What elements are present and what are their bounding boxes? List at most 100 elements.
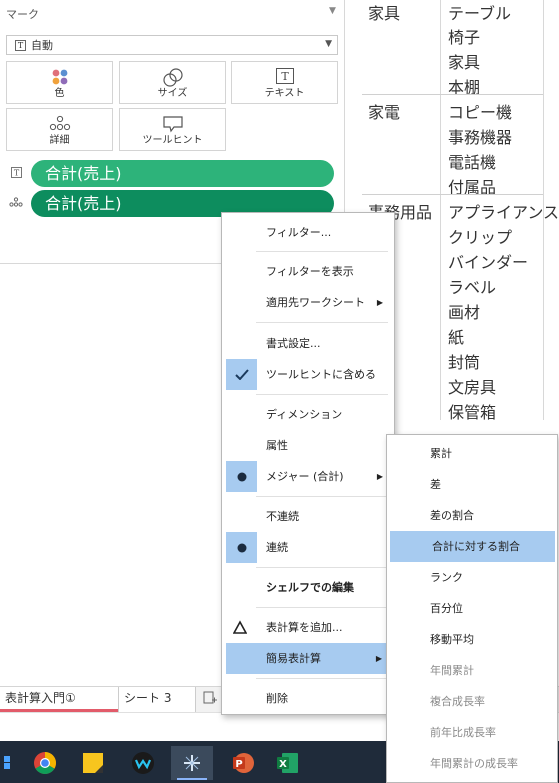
- subcategory-cell: 事務機器: [448, 128, 513, 147]
- detail-button[interactable]: 詳細: [6, 108, 113, 151]
- webex-icon[interactable]: [122, 746, 164, 780]
- category-cell: 家電: [368, 103, 401, 122]
- marks-title: マーク: [6, 8, 39, 21]
- divider: [256, 394, 388, 395]
- subcategory-cell: 保管箱: [448, 403, 497, 422]
- divider: [256, 496, 388, 497]
- text-icon: T: [275, 68, 294, 84]
- subcategory-cell: 紙: [448, 328, 465, 347]
- menu-item-include-tooltip[interactable]: ツールヒントに含める: [223, 359, 395, 390]
- menu-item-compound-growth: 複合成長率: [430, 695, 485, 708]
- chevron-right-icon: ▶: [376, 298, 383, 307]
- menu-item-dimension[interactable]: ディメンション: [223, 399, 395, 430]
- svg-text:T: T: [13, 168, 19, 177]
- menu-item-label: 簡易表計算: [266, 652, 321, 665]
- divider: [256, 322, 388, 323]
- menu-item-quick-table-calc[interactable]: 簡易表計算 ▶: [226, 643, 388, 674]
- menu-item-filter[interactable]: フィルター...: [223, 217, 395, 248]
- sticky-notes-icon[interactable]: [72, 746, 114, 780]
- divider: [362, 94, 543, 95]
- mark-type-dropdown[interactable]: T 自動 ▼: [6, 35, 338, 55]
- mark-type-label: 自動: [31, 39, 53, 52]
- excel-icon[interactable]: X: [266, 746, 308, 780]
- sum-sales-pill[interactable]: 合計(売上): [31, 160, 334, 187]
- menu-item-moving-average[interactable]: 移動平均: [388, 624, 558, 655]
- chevron-down-icon: ▼: [325, 39, 332, 49]
- menu-item-edit-in-shelf[interactable]: シェルフでの編集: [223, 572, 395, 603]
- color-label: 色: [54, 88, 65, 99]
- menu-item-ytd-growth: 年間累計の成長率: [430, 757, 518, 770]
- sheet-tab-active[interactable]: 表計算入門①: [0, 687, 118, 712]
- menu-item-label: メジャー (合計): [266, 470, 344, 483]
- divider: [256, 251, 388, 252]
- chrome-icon[interactable]: [24, 746, 66, 780]
- detail-icon: [49, 115, 70, 131]
- menu-item-label: 連続: [266, 541, 288, 554]
- subcategory-cell: 家具: [448, 53, 481, 72]
- new-sheet-icon[interactable]: [203, 691, 217, 705]
- subcategory-cell: 画材: [448, 303, 481, 322]
- menu-item-format[interactable]: 書式設定...: [223, 328, 395, 359]
- menu-item-label: 適用先ワークシート: [266, 296, 365, 309]
- bullet-icon: [226, 532, 257, 563]
- menu-item-label: ツールヒントに含める: [266, 368, 376, 381]
- menu-item-apply-to[interactable]: 適用先ワークシート ▶: [223, 287, 395, 318]
- tableau-icon[interactable]: [171, 746, 213, 780]
- text-shelf-row: T: [6, 160, 26, 187]
- menu-item-percent-difference[interactable]: 差の割合: [388, 500, 558, 531]
- bullet-icon: [226, 461, 257, 492]
- svg-text:T: T: [281, 70, 289, 83]
- divider: [440, 0, 441, 420]
- color-button[interactable]: 色: [6, 61, 113, 104]
- pill-context-menu: フィルター... フィルターを表示 適用先ワークシート ▶ 書式設定... ツー…: [221, 212, 395, 715]
- text-mark-icon: T: [15, 39, 26, 51]
- tooltip-button[interactable]: ツールヒント: [119, 108, 226, 151]
- divider: [256, 678, 388, 679]
- menu-item-ytd-total: 年間累計: [430, 664, 474, 677]
- size-button[interactable]: サイズ: [119, 61, 226, 104]
- menu-item-label: 表計算を追加...: [266, 621, 343, 634]
- svg-text:P: P: [235, 759, 242, 770]
- subcategory-cell: クリップ: [448, 228, 513, 247]
- menu-item-yoy-growth: 前年比成長率: [430, 726, 496, 739]
- text-label: テキスト: [264, 88, 305, 99]
- subcategory-cell: バインダー: [448, 253, 529, 272]
- divider: [362, 194, 543, 195]
- tooltip-label: ツールヒント: [142, 135, 203, 146]
- subcategory-cell: コピー機: [448, 103, 513, 122]
- menu-item-continuous[interactable]: 連続: [223, 532, 395, 563]
- svg-text:X: X: [279, 759, 287, 770]
- text-button[interactable]: T テキスト: [231, 61, 338, 104]
- chevron-right-icon: ▶: [375, 654, 382, 663]
- category-cell: 家具: [368, 4, 401, 23]
- powerpoint-icon[interactable]: P: [222, 746, 264, 780]
- menu-item-measure[interactable]: メジャー (合計) ▶: [223, 461, 395, 492]
- menu-item-rank[interactable]: ランク: [388, 562, 558, 593]
- text-mark-icon: T: [6, 166, 26, 181]
- subcategory-cell: テーブル: [448, 4, 512, 23]
- menu-item-percent-of-total[interactable]: 合計に対する割合: [390, 531, 555, 562]
- menu-item-attribute[interactable]: 属性: [223, 430, 395, 461]
- color-icon: [52, 69, 67, 85]
- menu-item-difference[interactable]: 差: [388, 469, 558, 500]
- sheet-tab[interactable]: シート 3: [118, 687, 196, 712]
- menu-item-running-total[interactable]: 累計: [388, 438, 558, 469]
- quick-table-calc-submenu: 累計 差 差の割合 合計に対する割合 ランク 百分位 移動平均 年間累計 複合成…: [386, 434, 558, 783]
- collapse-icon[interactable]: ▼: [329, 6, 336, 16]
- detail-icon: [6, 197, 26, 210]
- menu-item-add-table-calc[interactable]: 表計算を追加...: [223, 612, 395, 643]
- subcategory-cell: 封筒: [448, 353, 481, 372]
- subcategory-cell: 電話機: [448, 153, 497, 172]
- detail-shelf-row: [6, 190, 26, 217]
- subcategory-cell: アプライアンス: [448, 203, 559, 222]
- menu-item-discrete[interactable]: 不連続: [223, 501, 395, 532]
- menu-item-show-filter[interactable]: フィルターを表示: [223, 256, 395, 287]
- subcategory-cell: ラベル: [448, 278, 497, 297]
- divider: [256, 607, 388, 608]
- tooltip-icon: [162, 116, 183, 133]
- menu-item-percentile[interactable]: 百分位: [388, 593, 558, 624]
- subcategory-cell: 文房具: [448, 378, 497, 397]
- menu-item-remove[interactable]: 削除: [223, 683, 395, 714]
- divider: [256, 567, 388, 568]
- subcategory-cell: 椅子: [448, 28, 481, 47]
